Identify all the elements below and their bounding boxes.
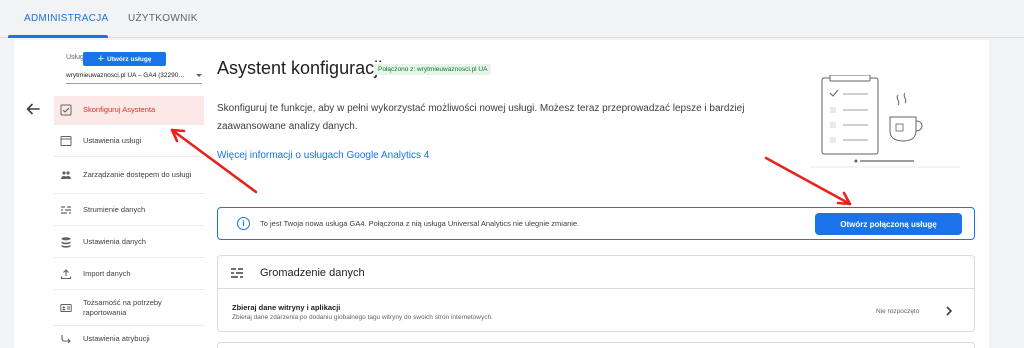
sidebar-item-reporting-identity[interactable]: Tożsamość na potrzeby raportowania: [54, 292, 204, 323]
sidebar-divider: [54, 193, 204, 194]
data-collection-card: Gromadzenie danych Zbieraj dane witryny …: [217, 255, 975, 332]
sidebar-item-label: Tożsamość na potrzeby raportowania: [83, 298, 162, 317]
connected-badge: Połączono z: wrytmieuwaznosci.pl UA: [374, 64, 492, 75]
top-tab-bar: ADMINISTRACJA UŻYTKOWNIK: [0, 0, 1024, 38]
active-tab-indicator: [8, 35, 108, 38]
sidebar-item-data-settings[interactable]: Ustawienia danych: [54, 228, 204, 256]
info-banner: i To jest Twoja nowa usługa GA4. Połączo…: [217, 207, 975, 240]
sidebar-divider: [54, 225, 204, 226]
page-title: Asystent konfiguracji: [217, 58, 383, 78]
status-badge: Nie rozpoczęto: [876, 308, 920, 315]
sidebar-item-attribution-settings[interactable]: Ustawienia atrybucji: [54, 328, 204, 348]
open-connected-service-button[interactable]: Otwórz połączoną usługę: [815, 213, 962, 235]
data-streams-icon: [60, 204, 72, 216]
sidebar-divider: [54, 156, 204, 157]
sidebar-divider: [54, 289, 204, 290]
learn-more-link[interactable]: Więcej informacji o usługach Google Anal…: [217, 150, 429, 161]
chevron-down-icon: [196, 74, 202, 77]
plus-icon: +: [97, 53, 104, 65]
sidebar-item-setup-assistant[interactable]: Skonfiguruj Asystenta: [54, 96, 204, 124]
data-streams-icon: [231, 268, 243, 278]
sidebar-item-access-management[interactable]: Zarządzanie dostępem do usługi: [54, 159, 204, 190]
task-row-subtitle: Zbieraj dane zdarzenia po dodaniu global…: [232, 314, 493, 321]
sidebar-divider: [54, 257, 204, 258]
upload-icon: [60, 268, 72, 280]
service-select[interactable]: wrytmieuwaznosci.pl UA – GA4 (32290…: [66, 72, 202, 84]
sidebar-item-label: Import danych: [83, 269, 131, 279]
checklist-coffee-illustration: [810, 75, 960, 168]
checkbox-icon: [60, 104, 72, 116]
sidebar-divider: [54, 124, 204, 125]
card-title: Gromadzenie danych: [260, 267, 365, 279]
sidebar-item-label: Zarządzanie dostępem do usługi: [83, 169, 192, 179]
sidebar-item-label: Strumienie danych: [83, 205, 146, 215]
intro-text: Skonfiguruj te funkcje, aby w pełni wyko…: [217, 103, 745, 132]
sidebar-divider: [54, 325, 204, 326]
attribution-icon: [60, 333, 72, 345]
info-icon: i: [237, 217, 250, 230]
next-section-card: [217, 342, 975, 348]
database-icon: [60, 236, 72, 248]
sidebar-item-label: Skonfiguruj Asystenta: [83, 105, 156, 115]
sidebar-item-label: Ustawienia atrybucji: [83, 334, 150, 344]
sidebar-item-label: Ustawienia usługi: [83, 136, 142, 146]
create-service-button[interactable]: + Utwórz usługę: [83, 52, 166, 66]
tab-administracja[interactable]: ADMINISTRACJA: [24, 0, 108, 38]
identity-icon: [60, 302, 72, 314]
sidebar-item-data-streams[interactable]: Strumienie danych: [54, 196, 204, 224]
chevron-right-icon[interactable]: [943, 305, 955, 317]
sidebar-item-service-settings[interactable]: Ustawienia usługi: [54, 127, 204, 155]
sidebar-item-data-import[interactable]: Import danych: [54, 260, 204, 288]
tab-uzytkownik[interactable]: UŻYTKOWNIK: [128, 0, 198, 38]
settings-window-icon: [60, 135, 72, 147]
card-header: Gromadzenie danych: [218, 256, 974, 289]
back-arrow-icon[interactable]: [24, 100, 42, 118]
create-service-label: Utwórz usługę: [107, 55, 152, 63]
task-row-title[interactable]: Zbieraj dane witryny i aplikacji: [232, 303, 340, 312]
sidebar-item-label: Ustawienia danych: [83, 237, 146, 247]
info-banner-text: To jest Twoja nowa usługa GA4. Połączona…: [260, 219, 580, 228]
service-select-value: wrytmieuwaznosci.pl UA – GA4 (32290…: [66, 72, 185, 79]
people-icon: [60, 169, 72, 181]
